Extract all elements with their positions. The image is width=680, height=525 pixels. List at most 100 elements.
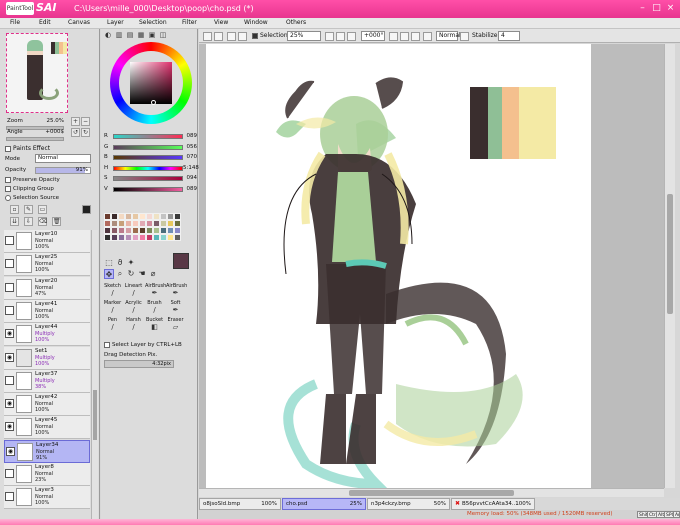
layer-row[interactable]: ◉ Layer34 Normal 91% [4,439,90,463]
color-swatch[interactable] [160,234,167,241]
flip-button[interactable] [423,32,432,41]
swatch-mode-icon[interactable]: ▦ [136,30,146,40]
color-swatch[interactable] [174,213,181,220]
blend-options-icon[interactable] [460,32,469,41]
close-button[interactable]: × [665,3,676,14]
color-swatch[interactable] [153,227,160,234]
minimize-button[interactable]: – [637,3,648,14]
brush-tool-sketch[interactable]: Sketch / [103,283,122,297]
color-swatch[interactable] [167,220,174,227]
mixer-mode-icon[interactable]: ◫ [158,30,168,40]
color-swatch[interactable] [125,213,132,220]
color-swatch[interactable] [167,227,174,234]
brush-tool-soft[interactable]: Soft ✒ [166,300,185,314]
vertical-scrollbar-thumb[interactable] [667,194,673,314]
canvas-horizontal-scrollbar[interactable] [199,488,664,497]
layer-panel-close-icon[interactable] [82,205,91,214]
color-swatch[interactable] [111,213,118,220]
color-swatch[interactable] [153,213,160,220]
visibility-eye-icon[interactable] [5,282,14,292]
document-tab[interactable]: ✖ B56pvvtCcAAta34.... 100% [451,498,535,510]
visibility-eye-icon[interactable] [5,492,14,502]
slider-value-s[interactable]: 094 [183,175,198,181]
color-swatch[interactable] [146,227,153,234]
slider-s[interactable] [113,176,183,181]
visibility-eye-icon[interactable] [5,469,14,478]
layer-row[interactable]: Layer3 Normal 100% [4,486,90,510]
color-swatch[interactable] [111,227,118,234]
color-swatch[interactable] [174,227,181,234]
zoom-out-button[interactable] [325,32,334,41]
selection-checkbox[interactable] [252,33,258,39]
brush-tool-eraser[interactable]: Eraser ▱ [166,317,185,331]
color-swatch[interactable] [104,234,111,241]
color-swatch[interactable] [174,234,181,241]
rotate-right-icon[interactable]: ↻ [81,128,90,137]
color-swatch[interactable] [146,220,153,227]
color-swatch[interactable] [132,234,139,241]
menu-others[interactable]: Others [286,19,306,26]
color-swatch[interactable] [104,227,111,234]
color-swatch[interactable] [139,213,146,220]
saturation-value-square[interactable] [130,62,172,104]
brush-tool-harsh[interactable]: Harsh / [124,317,143,331]
new-linework-layer-icon[interactable]: ✎ [24,205,33,214]
visibility-eye-icon[interactable]: ◉ [5,329,14,339]
paints-effect-toggle[interactable] [5,146,11,152]
document-tab[interactable]: o8jsoSld.bmp 100% [199,498,281,510]
eyedropper-tool-icon[interactable]: ⌀ [148,269,158,279]
brush-tool-airbrush[interactable]: AirBrush ✒ [145,283,166,297]
color-swatch[interactable] [118,234,125,241]
new-layer-icon[interactable]: ▫ [10,205,19,214]
color-wheel-mode-icon[interactable]: ◐ [103,30,113,40]
color-swatch[interactable] [160,213,167,220]
color-wheel[interactable] [110,42,192,124]
color-swatch[interactable] [118,220,125,227]
color-swatch[interactable] [132,220,139,227]
visibility-eye-icon[interactable] [5,259,14,269]
document-tab[interactable]: cho.psd 25% [282,498,366,510]
color-swatch[interactable] [146,234,153,241]
clipping-group-checkbox[interactable] [5,186,11,192]
horizontal-scrollbar-thumb[interactable] [349,490,514,496]
undo-icon[interactable] [203,32,212,41]
menu-edit[interactable]: Edit [39,19,51,26]
navigator-preview[interactable] [6,33,68,113]
menu-canvas[interactable]: Canvas [68,19,90,26]
visibility-eye-icon[interactable]: ◉ [5,399,14,409]
brush-tool-airbrush[interactable]: AirBrush ✒ [166,283,187,297]
layer-row[interactable]: ◉ Layer42 Normal 100% [4,393,90,417]
slider-value-r[interactable]: 089 [183,133,198,139]
delete-layer-icon[interactable]: 🗑 [52,217,61,226]
deselect-icon[interactable] [227,32,236,41]
brush-tool-acrylic[interactable]: Acrylic / [124,300,143,314]
color-swatch[interactable] [125,227,132,234]
color-swatch[interactable] [132,213,139,220]
color-swatch[interactable] [139,220,146,227]
layer-row[interactable]: ◉ Layer45 Normal 100% [4,416,90,440]
brush-tool-lineart[interactable]: Lineart / [124,283,143,297]
zoom-select[interactable]: 25% [287,31,321,41]
slider-value-v[interactable]: 089 [183,186,198,192]
rotate-tool-icon[interactable]: ↻ [126,269,136,279]
hsv-slider-mode-icon[interactable]: ▤ [125,30,135,40]
color-picker-cursor[interactable] [151,100,156,105]
document-tab[interactable]: n3p4ckzy.bmp 50% [367,498,450,510]
rotate-reset-button[interactable] [411,32,420,41]
zoom-in-icon[interactable]: + [71,117,80,126]
canvas-vertical-scrollbar[interactable] [664,44,675,488]
rotate-right-button[interactable] [400,32,409,41]
color-swatch[interactable] [125,234,132,241]
selection-source-radio[interactable] [5,195,11,201]
angle-value[interactable]: +000$ [40,129,64,135]
color-swatch[interactable] [125,220,132,227]
color-swatch[interactable] [139,227,146,234]
primary-color-icon[interactable] [173,253,189,269]
color-swatch[interactable] [146,213,153,220]
rotate-left-button[interactable] [389,32,398,41]
color-swatch[interactable] [104,220,111,227]
layer-row[interactable]: Layer41 Normal 100% [4,299,90,323]
angle-slider[interactable] [6,137,64,141]
rgb-slider-mode-icon[interactable]: ▥ [114,30,124,40]
magic-wand-tool-icon[interactable]: ✦ [126,258,136,268]
